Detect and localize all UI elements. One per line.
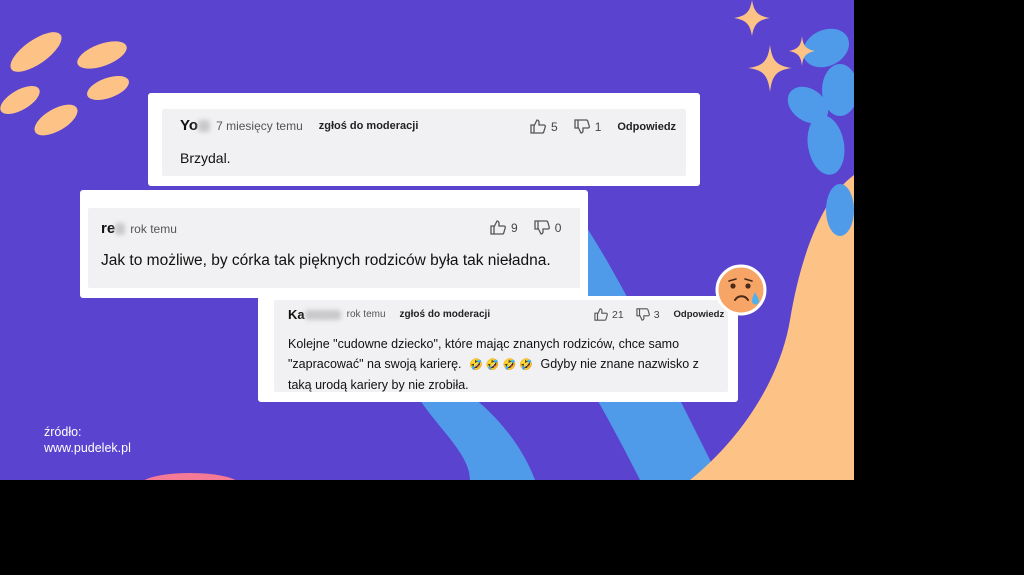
comment-text: Brzydal. xyxy=(180,150,231,166)
sad-tear-emoji-icon xyxy=(715,264,767,316)
comment-text: Jak to możliwe, by córka tak pięknych ro… xyxy=(101,252,551,269)
comment-text-line2: "zapracować" na swoją karierę. 🤣 🤣 🤣 🤣 G… xyxy=(288,357,699,371)
like-button[interactable]: 5 xyxy=(530,119,558,134)
dislike-count: 1 xyxy=(594,119,602,134)
username-blur xyxy=(198,119,211,132)
source-label: źródło: xyxy=(44,425,82,439)
comment-time: rok temu xyxy=(130,221,177,236)
thumbs-down-icon xyxy=(534,220,550,235)
slide-canvas: Yo 7 miesięcy temu zgłoś do moderacji 5 … xyxy=(0,0,854,480)
source-credit: źródło: www.pudelek.pl xyxy=(44,424,131,456)
blue-flower-shape xyxy=(787,28,854,236)
like-count: 21 xyxy=(612,308,624,321)
dislike-count: 3 xyxy=(653,308,660,321)
comment-username[interactable]: Yo xyxy=(180,117,198,134)
peach-petals-shape xyxy=(0,32,129,136)
dislike-button[interactable]: 0 xyxy=(534,220,562,235)
comment-box-1: Yo 7 miesięcy temu zgłoś do moderacji 5 … xyxy=(162,109,686,176)
report-moderation-button[interactable]: zgłoś do moderacji xyxy=(400,309,491,320)
comment-time: rok temu xyxy=(346,309,386,320)
laughing-emojis: 🤣 🤣 🤣 🤣 xyxy=(469,359,533,371)
thumbs-up-icon xyxy=(594,308,608,321)
comment-card-2: re rok temu 9 0 Jak to możliwe, by córka… xyxy=(80,190,588,298)
dislike-button[interactable]: 3 xyxy=(636,308,660,321)
comment-text: Kolejne "cudowne dziecko", które mając z… xyxy=(288,334,699,395)
like-button[interactable]: 21 xyxy=(594,308,624,321)
sparkle-icon xyxy=(734,0,815,92)
dislike-button[interactable]: 1 xyxy=(574,119,602,134)
like-count: 5 xyxy=(551,119,558,134)
comment-text-line3: taką urodą kariery by nie zrobiła. xyxy=(288,378,469,392)
reply-button[interactable]: Odpowiedz xyxy=(617,121,676,133)
comment-username[interactable]: re xyxy=(101,220,115,237)
report-moderation-button[interactable]: zgłoś do moderacji xyxy=(319,120,419,132)
blue-curve-shape xyxy=(420,395,535,480)
comment-card-3: Ka rok temu zgłoś do moderacji 21 3 Odpo… xyxy=(258,296,738,402)
thumbs-up-icon xyxy=(530,119,546,134)
like-button[interactable]: 9 xyxy=(490,220,518,235)
dislike-count: 0 xyxy=(554,220,562,235)
comment-box-2: re rok temu 9 0 Jak to możliwe, by córka… xyxy=(88,208,580,288)
comment-time: 7 miesięcy temu xyxy=(216,118,303,133)
thumbs-down-icon xyxy=(636,308,650,321)
username-blur xyxy=(304,309,341,320)
username-blur xyxy=(115,222,126,235)
thumbs-up-icon xyxy=(490,220,506,235)
pink-blob-shape xyxy=(144,473,236,480)
comment-card-1: Yo 7 miesięcy temu zgłoś do moderacji 5 … xyxy=(148,93,700,186)
like-count: 9 xyxy=(511,220,518,235)
comment-box-3: Ka rok temu zgłoś do moderacji 21 3 Odpo… xyxy=(274,300,728,392)
comment-username[interactable]: Ka xyxy=(288,307,305,322)
source-url[interactable]: www.pudelek.pl xyxy=(44,440,131,456)
comment-text-line1: Kolejne "cudowne dziecko", które mając z… xyxy=(288,337,680,351)
thumbs-down-icon xyxy=(574,119,590,134)
